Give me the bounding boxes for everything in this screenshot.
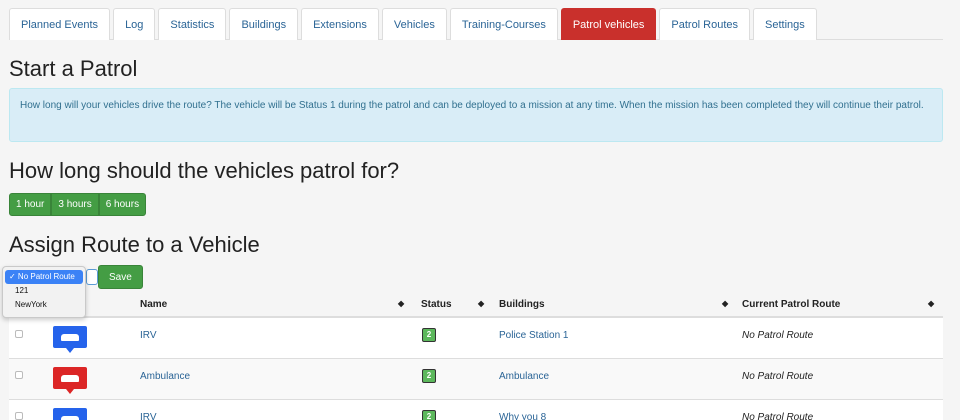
tab-settings[interactable]: Settings <box>753 8 817 40</box>
route-option-newyork[interactable]: NewYork <box>5 298 83 312</box>
building-link[interactable]: Ambulance <box>499 371 549 382</box>
duration-heading: How long should the vehicles patrol for? <box>9 158 400 183</box>
tab-patrol-vehicles[interactable]: Patrol vehicles <box>560 8 657 40</box>
route-dropdown-menu: ✓ No Patrol Route 121 NewYork <box>2 266 86 318</box>
row-checkbox[interactable] <box>15 330 23 338</box>
tab-statistics[interactable]: Statistics <box>158 8 227 40</box>
current-route-text: No Patrol Route <box>742 330 814 341</box>
status-badge: 2 <box>422 369 436 383</box>
vehicle-table: Name ◆ Status ◆ Buildings ◆ Current Patr… <box>9 294 943 420</box>
header-buildings[interactable]: Buildings <box>499 299 545 310</box>
header-name[interactable]: Name <box>140 299 167 310</box>
table-row: IRV 2 Why you 8 No Patrol Route <box>9 400 943 420</box>
vehicle-name-link[interactable]: Ambulance <box>140 371 190 382</box>
tab-extensions[interactable]: Extensions <box>301 8 379 40</box>
tab-training-courses[interactable]: Training-Courses <box>449 8 558 40</box>
route-option-no-patrol[interactable]: ✓ No Patrol Route <box>5 270 83 284</box>
duration-6-hours-button[interactable]: 6 hours <box>98 193 147 216</box>
duration-3-hours-button[interactable]: 3 hours <box>51 193 99 216</box>
info-alert: How long will your vehicles drive the ro… <box>9 88 943 142</box>
route-option-121[interactable]: 121 <box>5 284 83 298</box>
tab-patrol-routes[interactable]: Patrol Routes <box>659 8 751 40</box>
duration-button-group: 1 hour 3 hours 6 hours <box>9 193 147 216</box>
sort-icon[interactable]: ◆ <box>722 299 728 308</box>
table-row: Ambulance 2 Ambulance No Patrol Route <box>9 359 943 400</box>
building-link[interactable]: Police Station 1 <box>499 330 569 341</box>
save-button[interactable]: Save <box>98 265 143 289</box>
sort-icon[interactable]: ◆ <box>478 299 484 308</box>
vehicle-name-link[interactable]: IRV <box>140 330 157 341</box>
tab-planned-events[interactable]: Planned Events <box>9 8 111 40</box>
duration-1-hour-button[interactable]: 1 hour <box>9 193 52 216</box>
route-select[interactable] <box>86 269 98 285</box>
sort-icon[interactable]: ◆ <box>398 299 404 308</box>
header-status[interactable]: Status <box>421 299 452 310</box>
tab-vehicles[interactable]: Vehicles <box>381 8 447 40</box>
current-route-text: No Patrol Route <box>742 371 814 382</box>
start-patrol-heading: Start a Patrol <box>9 56 138 81</box>
current-route-text: No Patrol Route <box>742 412 814 420</box>
tab-buildings[interactable]: Buildings <box>229 8 299 40</box>
ambulance-icon <box>53 367 87 394</box>
tab-bar: Planned Events Log Statistics Buildings … <box>9 8 943 40</box>
building-link[interactable]: Why you 8 <box>499 412 546 420</box>
tab-log[interactable]: Log <box>113 8 156 40</box>
vehicle-name-link[interactable]: IRV <box>140 412 157 420</box>
status-badge: 2 <box>422 410 436 420</box>
row-checkbox[interactable] <box>15 412 23 420</box>
police-car-icon <box>53 408 87 420</box>
header-current-route[interactable]: Current Patrol Route <box>742 299 840 310</box>
police-car-icon <box>53 326 87 353</box>
table-header: Name ◆ Status ◆ Buildings ◆ Current Patr… <box>9 294 943 318</box>
row-checkbox[interactable] <box>15 371 23 379</box>
status-badge: 2 <box>422 328 436 342</box>
table-row: IRV 2 Police Station 1 No Patrol Route <box>9 318 943 359</box>
assign-route-heading: Assign Route to a Vehicle <box>9 232 260 257</box>
sort-icon[interactable]: ◆ <box>928 299 934 308</box>
